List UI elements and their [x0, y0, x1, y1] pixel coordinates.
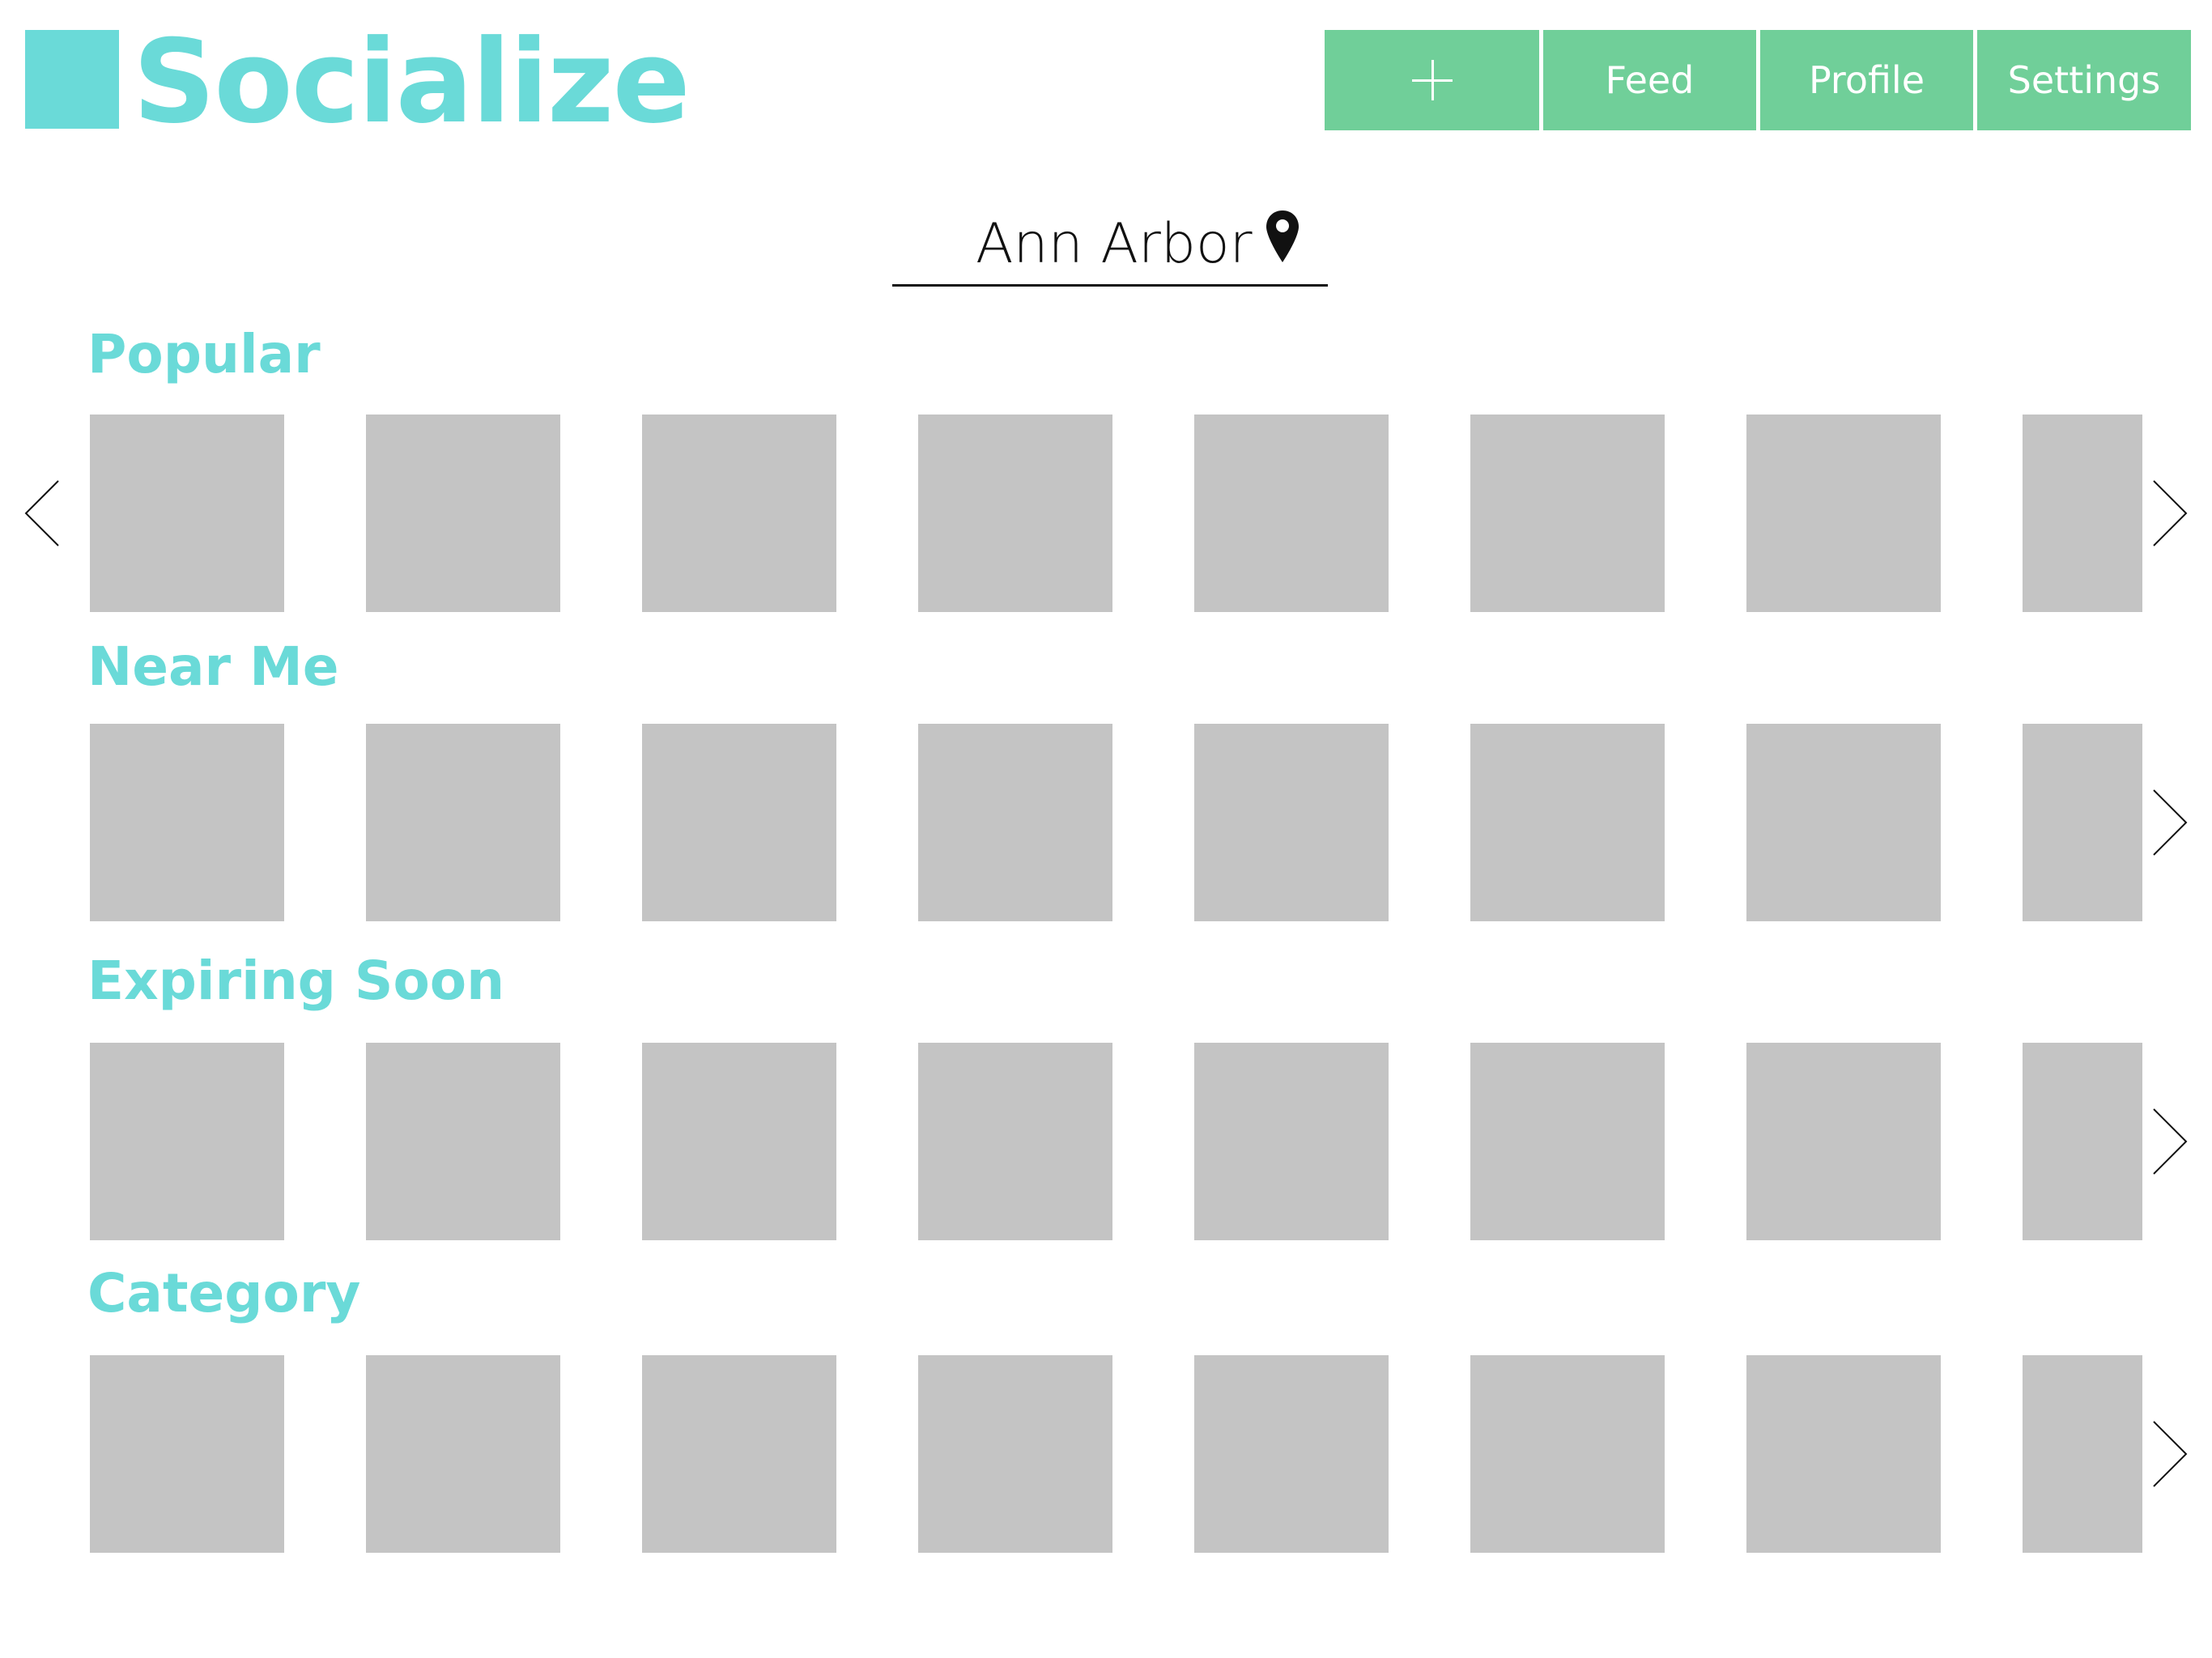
chevron-left-icon[interactable]	[23, 479, 63, 547]
carousel-tile[interactable]	[918, 414, 1112, 612]
carousel-tile[interactable]	[90, 1043, 284, 1240]
chevron-right-icon[interactable]	[2149, 479, 2189, 547]
carousel-tile[interactable]	[2023, 414, 2142, 612]
top-nav: Feed Profile Settings	[1325, 30, 2191, 130]
location-label: Ann Arbor	[976, 212, 1253, 276]
carousel-tile[interactable]	[642, 414, 836, 612]
chevron-right-icon[interactable]	[2149, 1420, 2189, 1488]
section-title: Near Me	[87, 636, 339, 698]
carousel-tile[interactable]	[366, 1043, 560, 1240]
carousel-tile[interactable]	[1746, 1355, 1941, 1553]
carousel-tile[interactable]	[2023, 1043, 2142, 1240]
carousel-tile[interactable]	[1194, 414, 1389, 612]
carousel-tile[interactable]	[1470, 724, 1665, 921]
carousel-tile[interactable]	[90, 724, 284, 921]
carousel-tile[interactable]	[1194, 724, 1389, 921]
carousel-tile[interactable]	[90, 414, 284, 612]
carousel-tile[interactable]	[90, 1355, 284, 1553]
carousel-tile[interactable]	[1746, 1043, 1941, 1240]
section-title: Popular	[87, 323, 321, 385]
carousel-tile[interactable]	[1746, 724, 1941, 921]
carousel-tile[interactable]	[918, 724, 1112, 921]
plus-icon	[1411, 60, 1453, 100]
add-button[interactable]	[1325, 30, 1543, 130]
carousel-tile[interactable]	[1746, 414, 1941, 612]
location-selector[interactable]: Ann Arbor	[892, 202, 1328, 287]
chevron-right-icon[interactable]	[2149, 789, 2189, 857]
carousel-tile[interactable]	[366, 1355, 560, 1553]
carousel-tile[interactable]	[1470, 414, 1665, 612]
carousel-tile[interactable]	[1194, 1043, 1389, 1240]
chevron-right-icon[interactable]	[2149, 1107, 2189, 1175]
map-pin-icon	[1266, 210, 1299, 262]
carousel-tile[interactable]	[642, 1043, 836, 1240]
carousel-tile[interactable]	[366, 724, 560, 921]
settings-button[interactable]: Settings	[1977, 30, 2191, 130]
carousel-tile[interactable]	[2023, 1355, 2142, 1553]
carousel-tile[interactable]	[918, 1355, 1112, 1553]
feed-button[interactable]: Feed	[1543, 30, 1760, 130]
app-title: Socialize	[133, 15, 691, 149]
carousel-tile[interactable]	[642, 724, 836, 921]
profile-button[interactable]: Profile	[1760, 30, 1977, 130]
carousel-tile[interactable]	[1470, 1355, 1665, 1553]
carousel-tile[interactable]	[366, 414, 560, 612]
section-title: Expiring Soon	[87, 950, 505, 1012]
carousel-tile[interactable]	[2023, 724, 2142, 921]
carousel-tile[interactable]	[642, 1355, 836, 1553]
carousel-tile[interactable]	[918, 1043, 1112, 1240]
carousel-tile[interactable]	[1194, 1355, 1389, 1553]
section-title: Category	[87, 1262, 361, 1324]
carousel-tile[interactable]	[1470, 1043, 1665, 1240]
app-logo	[25, 30, 119, 129]
